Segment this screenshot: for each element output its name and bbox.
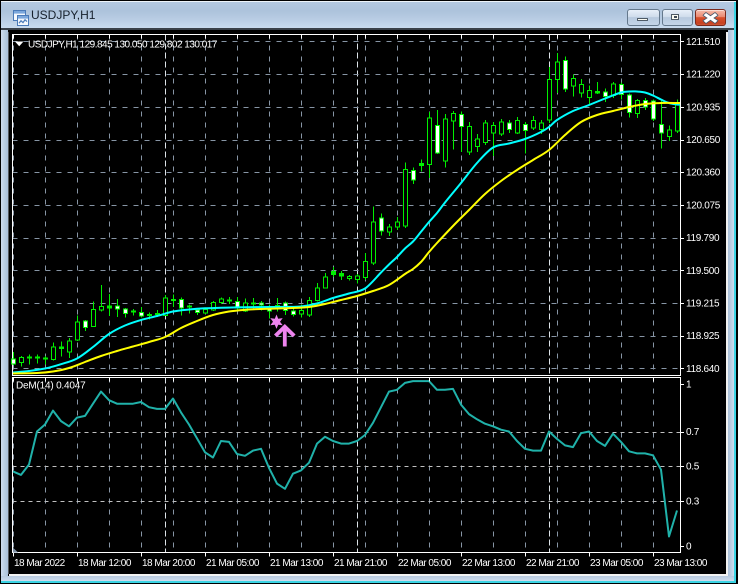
svg-text:0.5: 0.5 [686,462,700,473]
svg-text:18 Mar 20:00: 18 Mar 20:00 [142,558,196,569]
svg-text:119.790: 119.790 [686,233,720,244]
svg-text:23 Mar 13:00: 23 Mar 13:00 [654,558,708,569]
svg-text:DeM(14) 0.4047: DeM(14) 0.4047 [16,381,86,392]
svg-text:120.360: 120.360 [686,168,721,179]
svg-text:22 Mar 05:00: 22 Mar 05:00 [398,558,452,569]
svg-text:22 Mar 21:00: 22 Mar 21:00 [526,558,580,569]
svg-text:18 Mar 12:00: 18 Mar 12:00 [78,558,132,569]
svg-text:USDJPY,H1 129.845 130.050 129: USDJPY,H1 129.845 130.050 129.802 130.01… [28,40,218,51]
svg-text:0.3: 0.3 [686,497,700,508]
svg-text:0.7: 0.7 [686,427,700,438]
svg-text:119.215: 119.215 [686,299,720,310]
svg-text:21 Mar 21:00: 21 Mar 21:00 [334,558,388,569]
svg-text:118.640: 118.640 [686,364,720,375]
svg-text:18 Mar 2022: 18 Mar 2022 [14,558,66,569]
svg-text:21 Mar 13:00: 21 Mar 13:00 [270,558,324,569]
svg-text:23 Mar 05:00: 23 Mar 05:00 [590,558,644,569]
svg-text:120.935: 120.935 [686,102,721,113]
svg-text:120.075: 120.075 [686,200,721,211]
svg-text:120.650: 120.650 [686,135,721,146]
svg-text:121.220: 121.220 [686,70,721,81]
svg-text:22 Mar 13:00: 22 Mar 13:00 [462,558,516,569]
svg-text:0: 0 [686,542,692,553]
svg-text:21 Mar 05:00: 21 Mar 05:00 [206,558,260,569]
svg-text:121.510: 121.510 [686,37,721,48]
svg-text:119.500: 119.500 [686,266,720,277]
svg-text:1: 1 [686,380,692,391]
svg-text:118.925: 118.925 [686,331,720,342]
